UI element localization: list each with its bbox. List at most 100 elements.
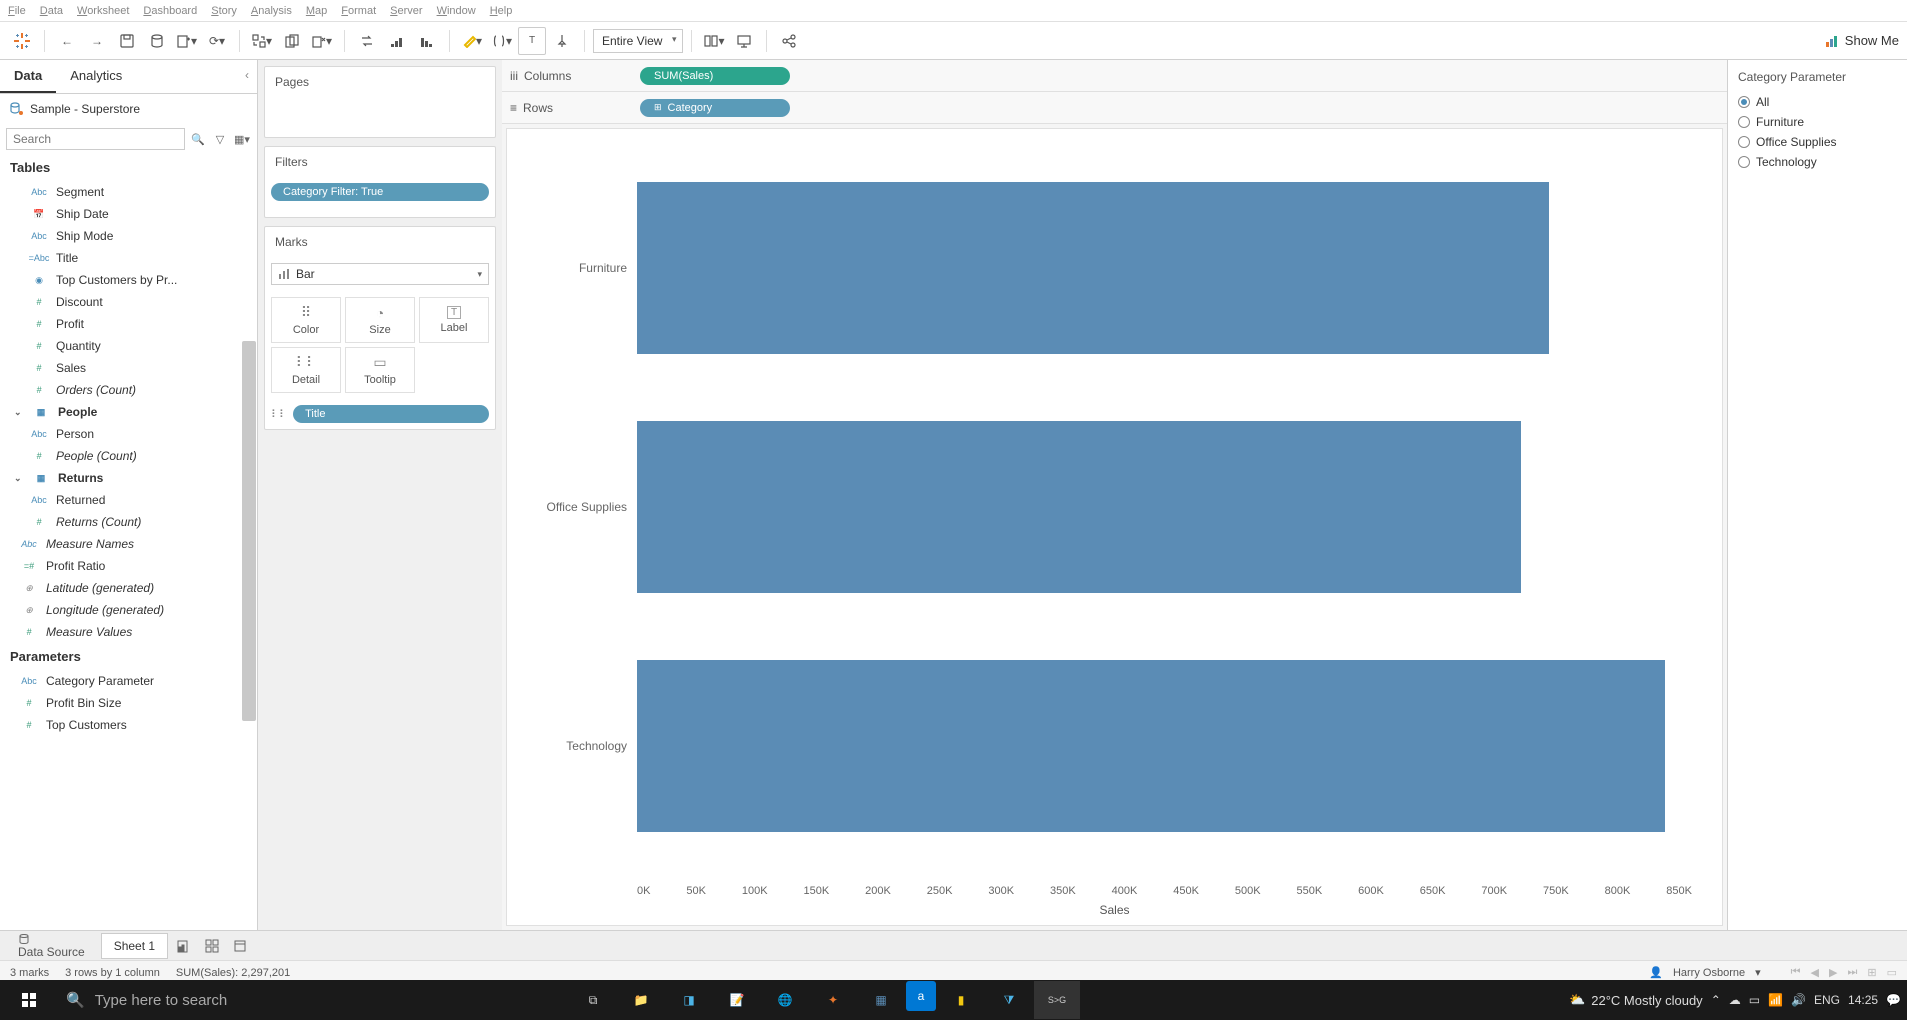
field-person[interactable]: AbcPerson: [0, 423, 257, 445]
save-button[interactable]: [113, 27, 141, 55]
grid-view-icon[interactable]: ⊞: [1867, 966, 1876, 979]
field-profit-ratio[interactable]: =#Profit Ratio: [0, 555, 257, 577]
notepad-icon[interactable]: 📝: [714, 981, 760, 1019]
field-longitude[interactable]: ⊕Longitude (generated): [0, 599, 257, 621]
field-people-count[interactable]: #People (Count): [0, 445, 257, 467]
clear-button[interactable]: ▾: [308, 27, 336, 55]
bar[interactable]: [637, 182, 1549, 354]
columns-shelf[interactable]: iiiColumns SUM(Sales): [502, 60, 1727, 92]
collapse-pane-icon[interactable]: ‹: [237, 60, 257, 93]
sheet1-tab[interactable]: Sheet 1: [101, 933, 168, 959]
volume-icon[interactable]: 🔊: [1791, 993, 1806, 1007]
nav-first-icon[interactable]: ⏮: [1791, 966, 1801, 979]
battery-icon[interactable]: ▭: [1749, 993, 1760, 1007]
onedrive-icon[interactable]: ☁: [1729, 993, 1741, 1007]
user-dropdown-icon[interactable]: ▾: [1755, 966, 1761, 979]
nav-next-icon[interactable]: ▶: [1829, 966, 1837, 979]
nav-last-icon[interactable]: ⏭: [1847, 966, 1857, 979]
datasource-row[interactable]: Sample - Superstore: [0, 94, 257, 124]
refresh-button[interactable]: ⟳▾: [203, 27, 231, 55]
menu-worksheet[interactable]: Worksheet: [77, 5, 129, 17]
show-me-button[interactable]: Show Me: [1825, 33, 1899, 48]
edge-icon[interactable]: ◨: [666, 981, 712, 1019]
new-dashboard-icon[interactable]: [200, 934, 224, 958]
share-button[interactable]: [775, 27, 803, 55]
param-category[interactable]: AbcCategory Parameter: [0, 670, 257, 692]
nav-prev-icon[interactable]: ◀: [1811, 966, 1819, 979]
alteryx-icon[interactable]: a: [906, 981, 936, 1011]
menu-data[interactable]: Data: [40, 5, 63, 17]
field-sales[interactable]: #Sales: [0, 357, 257, 379]
taskbar-search[interactable]: 🔍 Type here to search: [56, 991, 346, 1009]
param-top-customers[interactable]: #Top Customers: [0, 714, 257, 736]
field-measure-values[interactable]: #Measure Values: [0, 621, 257, 643]
new-worksheet-icon[interactable]: [172, 934, 196, 958]
view-mode-icon[interactable]: ▦▾: [233, 130, 251, 148]
search-input[interactable]: [6, 128, 185, 150]
field-ship-mode[interactable]: AbcShip Mode: [0, 225, 257, 247]
wifi-icon[interactable]: 📶: [1768, 993, 1783, 1007]
tableau-logo-icon[interactable]: [8, 27, 36, 55]
tray-chevron-icon[interactable]: ⌃: [1711, 993, 1721, 1007]
filter-fields-icon[interactable]: ▽: [211, 130, 229, 148]
powerbi-icon[interactable]: ▮: [938, 981, 984, 1019]
sort-asc-button[interactable]: [383, 27, 411, 55]
duplicate-button[interactable]: [278, 27, 306, 55]
chrome-icon[interactable]: 🌐: [762, 981, 808, 1019]
field-top-customers[interactable]: ◉Top Customers by Pr...: [0, 269, 257, 291]
group-returns[interactable]: ⌄▦Returns: [0, 467, 257, 489]
scrollbar-thumb[interactable]: [242, 341, 256, 721]
pin-button[interactable]: [548, 27, 576, 55]
mark-detail[interactable]: ⠇⠇Detail: [271, 347, 341, 393]
field-returns-count[interactable]: #Returns (Count): [0, 511, 257, 533]
tab-data[interactable]: Data: [0, 60, 56, 93]
new-story-icon[interactable]: [228, 934, 252, 958]
param-option[interactable]: Furniture: [1738, 112, 1897, 132]
swap-rc-button[interactable]: [353, 27, 381, 55]
menu-analysis[interactable]: Analysis: [251, 5, 292, 17]
language-indicator[interactable]: ENG: [1814, 993, 1840, 1007]
marks-title-pill[interactable]: Title: [293, 405, 489, 423]
mark-type-dropdown[interactable]: Bar: [271, 263, 489, 285]
param-option[interactable]: All: [1738, 92, 1897, 112]
presentation-button[interactable]: [730, 27, 758, 55]
field-returned[interactable]: AbcReturned: [0, 489, 257, 511]
show-cards-button[interactable]: ▾: [700, 27, 728, 55]
field-ship-date[interactable]: 📅Ship Date: [0, 203, 257, 225]
weather-widget[interactable]: ⛅ 22°C Mostly cloudy: [1569, 992, 1703, 1008]
field-profit[interactable]: #Profit: [0, 313, 257, 335]
mark-color[interactable]: ⠿Color: [271, 297, 341, 343]
param-option[interactable]: Office Supplies: [1738, 132, 1897, 152]
tab-analytics[interactable]: Analytics: [56, 60, 136, 93]
rows-pill[interactable]: ⊞Category: [640, 99, 790, 117]
new-sheet-button[interactable]: ▾: [173, 27, 201, 55]
group-button[interactable]: ▾: [488, 27, 516, 55]
filters-shelf[interactable]: Filters Category Filter: True: [264, 146, 496, 218]
prep-icon[interactable]: ▦: [858, 981, 904, 1019]
field-measure-names[interactable]: AbcMeasure Names: [0, 533, 257, 555]
field-segment[interactable]: AbcSegment: [0, 181, 257, 203]
clock[interactable]: 14:25: [1848, 993, 1878, 1007]
status-user[interactable]: Harry Osborne: [1673, 967, 1745, 979]
pages-shelf[interactable]: Pages: [264, 66, 496, 138]
menu-server[interactable]: Server: [390, 5, 422, 17]
menu-dashboard[interactable]: Dashboard: [143, 5, 197, 17]
task-view-icon[interactable]: ⧉: [570, 981, 616, 1019]
filmstrip-icon[interactable]: ▭: [1887, 966, 1897, 979]
field-quantity[interactable]: #Quantity: [0, 335, 257, 357]
bar[interactable]: [637, 660, 1665, 832]
field-latitude[interactable]: ⊕Latitude (generated): [0, 577, 257, 599]
explorer-icon[interactable]: 📁: [618, 981, 664, 1019]
rows-shelf[interactable]: ≡Rows ⊞Category: [502, 92, 1727, 124]
back-button[interactable]: ←: [53, 27, 81, 55]
filter-pill[interactable]: Category Filter: True: [271, 183, 489, 201]
search-icon[interactable]: 🔍: [189, 130, 207, 148]
menu-format[interactable]: Format: [341, 5, 376, 17]
mark-tooltip[interactable]: ▭Tooltip: [345, 347, 415, 393]
vscode-icon[interactable]: ⧩: [986, 981, 1032, 1019]
menu-window[interactable]: Window: [437, 5, 476, 17]
fit-dropdown[interactable]: Entire View: [593, 29, 683, 53]
field-discount[interactable]: #Discount: [0, 291, 257, 313]
start-button[interactable]: [6, 981, 52, 1019]
menu-help[interactable]: Help: [490, 5, 513, 17]
